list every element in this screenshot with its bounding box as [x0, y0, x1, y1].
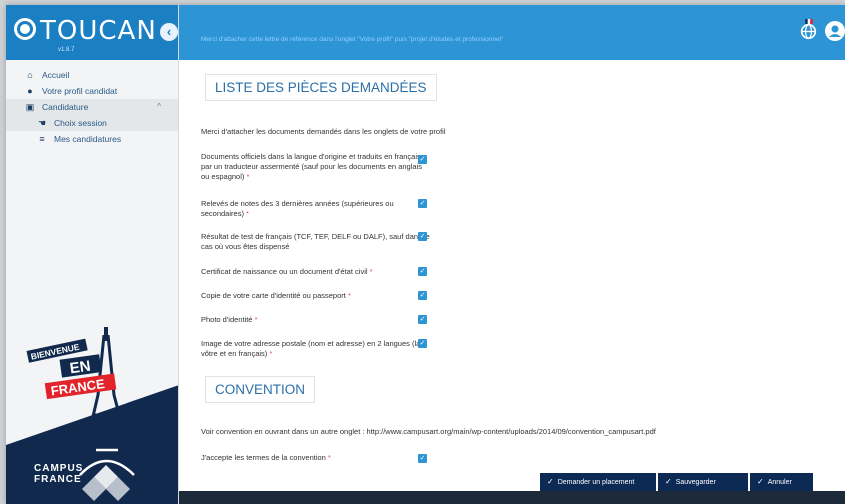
required-marker: *	[254, 315, 258, 324]
sidebar-item-candidature[interactable]: ▣ Candidature ^	[6, 99, 178, 115]
document-label: Certificat de naissance ou un document d…	[201, 267, 368, 276]
check-icon: ✓	[419, 455, 426, 462]
check-icon: ✓	[757, 477, 764, 486]
required-marker: *	[327, 453, 331, 462]
check-icon: ✓	[419, 156, 426, 163]
document-row: Documents officiels dans la langue d'ori…	[201, 152, 431, 182]
check-icon: ✓	[419, 200, 426, 207]
logo-text: TOUCAN	[40, 16, 157, 46]
check-icon: ✓	[419, 340, 426, 347]
check-icon: ✓	[419, 233, 426, 240]
document-row: Certificat de naissance ou un document d…	[201, 267, 431, 277]
list-icon: ≡	[39, 134, 45, 144]
user-icon[interactable]	[825, 21, 845, 41]
required-marker: *	[269, 349, 273, 358]
chevron-left-icon: ‹	[166, 24, 172, 39]
campus-france-logo: CAMPUS FRANCE	[34, 463, 83, 485]
required-marker: *	[246, 172, 250, 181]
document-checkbox[interactable]: ✓	[418, 267, 427, 276]
document-checkbox[interactable]: ✓	[418, 199, 427, 208]
convention-text[interactable]: Voir convention en ouvrant dans un autre…	[201, 427, 656, 436]
bottom-strip	[179, 491, 845, 504]
document-checkbox[interactable]: ✓	[418, 315, 427, 324]
sidebar-nav: ⌂ Accueil ● Votre profil candidat ▣ Cand…	[6, 67, 178, 147]
sidebar: TOUCAN v1.8.7 ‹ ⌂ Accueil ● Votre profil…	[6, 5, 179, 504]
required-marker: *	[369, 267, 373, 276]
pieces-section-title: LISTE DES PIÈCES DEMANDÉES	[205, 74, 437, 101]
document-checkbox[interactable]: ✓	[418, 232, 427, 241]
sidebar-item-mes-candidatures[interactable]: ≡ Mes candidatures	[6, 131, 178, 147]
app-version: v1.8.7	[58, 47, 75, 53]
check-icon: ✓	[665, 477, 672, 486]
campus-logo-line-2: FRANCE	[34, 474, 82, 485]
document-row: Résultat de test de français (TCF, TEF, …	[201, 232, 431, 252]
check-icon: ✓	[419, 316, 426, 323]
document-checkbox[interactable]: ✓	[418, 291, 427, 300]
document-label: Photo d'identité	[201, 315, 253, 324]
sidebar-item-label: Mes candidatures	[54, 134, 122, 144]
request-placement-label: Demander un placement	[557, 479, 635, 486]
cancel-label: Annuler	[767, 479, 792, 486]
document-row: Image de votre adresse postale (nom et a…	[201, 339, 431, 359]
save-label: Sauvegarder	[675, 479, 716, 486]
required-marker: *	[347, 291, 351, 300]
sidebar-item-label: Choix session	[54, 118, 107, 128]
document-label: Documents officiels dans la langue d'ori…	[201, 152, 422, 181]
sidebar-item-accueil[interactable]: ⌂ Accueil	[6, 67, 178, 83]
chevron-up-icon: ^	[157, 102, 161, 111]
home-icon: ⌂	[27, 70, 33, 80]
hand-icon: ☚	[37, 118, 47, 128]
check-icon: ✓	[547, 477, 554, 486]
collapse-sidebar-button[interactable]: ‹	[160, 23, 178, 41]
save-button[interactable]: ✓ Sauvegarder	[658, 473, 748, 491]
main-content: LISTE DES PIÈCES DEMANDÉES Merci d'attac…	[179, 60, 845, 504]
campus-logo-line-1: CAMPUS	[34, 463, 84, 474]
convention-section-title: CONVENTION	[205, 376, 316, 403]
document-label: Image de votre adresse postale (nom et a…	[201, 339, 421, 358]
document-label: Copie de votre carte d'identité ou passe…	[201, 291, 346, 300]
top-message: Merci d'attacher cette lettre de référen…	[201, 36, 504, 43]
top-bar: Merci d'attacher cette lettre de référen…	[179, 5, 845, 60]
accept-convention-checkbox[interactable]: ✓	[418, 454, 427, 463]
document-checkbox[interactable]: ✓	[418, 339, 427, 348]
document-label: Résultat de test de français (TCF, TEF, …	[201, 232, 430, 251]
document-row: Photo d'identité *	[201, 315, 431, 325]
sidebar-item-label: Candidature	[42, 102, 89, 112]
user-icon: ●	[27, 86, 33, 96]
document-label: Relevés de notes des 3 dernières années …	[201, 199, 394, 218]
required-marker: *	[246, 209, 249, 218]
globe-icon[interactable]	[800, 23, 817, 40]
document-checkbox[interactable]: ✓	[418, 155, 427, 164]
bienvenue-en-france-poster: BIENVENUE EN FRANCE	[6, 325, 178, 504]
check-icon: ✓	[419, 268, 426, 275]
sidebar-item-profil[interactable]: ● Votre profil candidat	[6, 83, 178, 99]
document-row: Relevés de notes des 3 dernières années …	[201, 199, 431, 219]
accept-convention-row: J'accepte les termes de la convention *	[201, 453, 431, 463]
check-icon: ✓	[419, 292, 426, 299]
sidebar-item-label: Accueil	[42, 70, 70, 80]
cancel-button[interactable]: ✓ Annuler	[750, 473, 813, 491]
toucan-logo-icon	[14, 18, 36, 40]
sidebar-item-label: Votre profil candidat	[42, 86, 118, 96]
poster-en: EN	[69, 358, 92, 378]
action-bar: ✓ Demander un placement ✓ Sauvegarder ✓ Ann…	[540, 473, 815, 491]
app-logo[interactable]: TOUCAN v1.8.7	[6, 5, 178, 60]
sidebar-item-choix-session[interactable]: ☚ Choix session	[6, 115, 178, 131]
accept-convention-label: J'accepte les termes de la convention	[201, 453, 326, 462]
pieces-intro: Merci d'attacher les documents demandés …	[201, 127, 446, 136]
request-placement-button[interactable]: ✓ Demander un placement	[540, 473, 656, 491]
document-row: Copie de votre carte d'identité ou passe…	[201, 291, 431, 301]
app-window: TOUCAN v1.8.7 ‹ ⌂ Accueil ● Votre profil…	[6, 5, 845, 504]
folder-icon: ▣	[25, 102, 35, 112]
